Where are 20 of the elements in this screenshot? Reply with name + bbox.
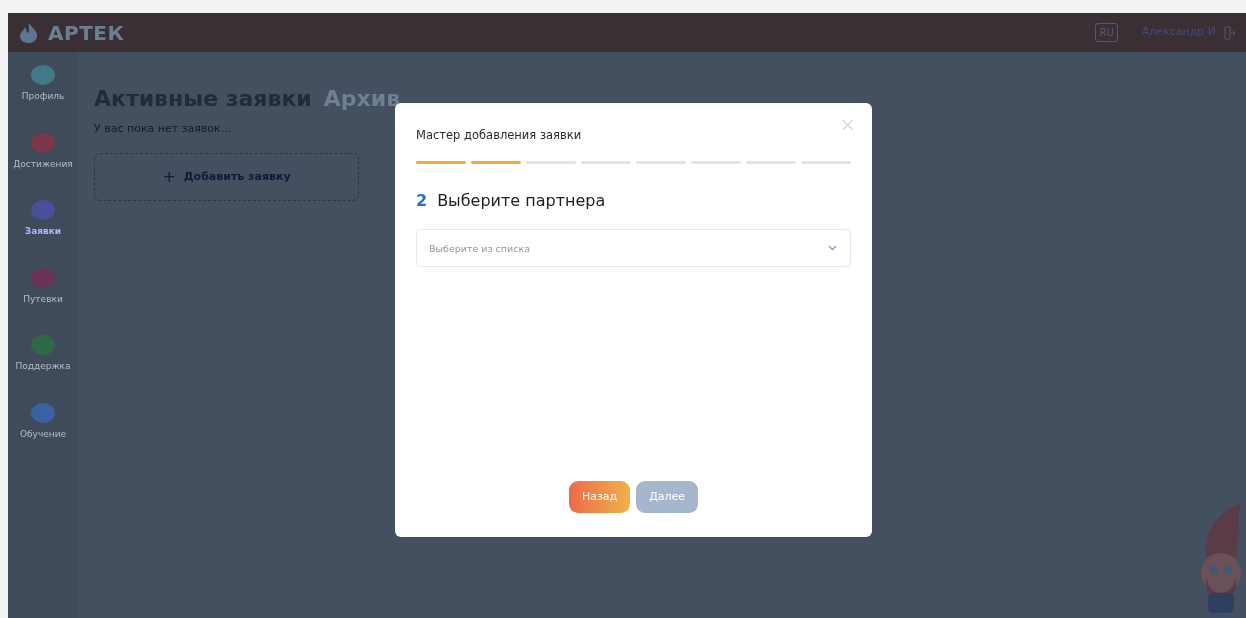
logo-text[interactable]: АРТЕК xyxy=(48,17,125,48)
empty-message: У вас пока нет заявок... xyxy=(94,121,232,137)
sidebar-item[interactable]: Поддержка xyxy=(15,334,71,374)
sidebar-item[interactable]: Достижения xyxy=(13,131,73,171)
sidebar-item[interactable]: Профиль xyxy=(21,64,65,104)
language-selector[interactable]: RU xyxy=(1095,23,1118,42)
close-button[interactable]: × xyxy=(835,109,860,139)
sidebar-item[interactable]: Путевки xyxy=(23,266,63,306)
step-number: 2 xyxy=(416,190,428,213)
logout-icon[interactable] xyxy=(1224,25,1236,40)
step-title: Выберите партнера xyxy=(437,190,606,213)
flame-logo-icon xyxy=(18,22,40,43)
partner-select[interactable]: Выберите из списка xyxy=(416,229,851,268)
sidebar-item[interactable]: Заявки xyxy=(24,199,62,239)
add-request-button[interactable]: + Добавить заявку xyxy=(94,153,359,201)
back-button[interactable]: Назад xyxy=(568,481,631,513)
sidebar-item[interactable]: Обучение xyxy=(19,401,67,441)
chevron-down-icon xyxy=(828,245,837,252)
dialog-title: Мастер добавления заявки xyxy=(416,127,583,144)
user-name[interactable]: Александр И xyxy=(1141,24,1216,41)
